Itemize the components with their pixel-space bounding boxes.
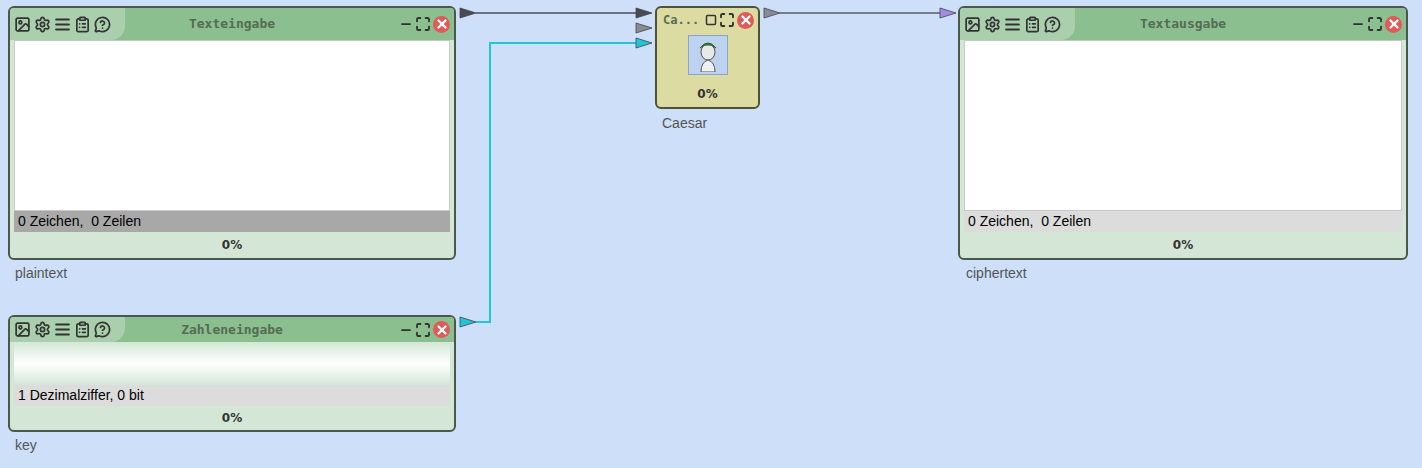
presentation-icon[interactable] (14, 321, 31, 338)
close-icon[interactable] (737, 12, 754, 29)
text-area (964, 40, 1402, 211)
minimize-icon[interactable] (1351, 17, 1365, 31)
output-connector-icon[interactable] (460, 8, 476, 18)
help-icon[interactable] (94, 321, 111, 338)
minimize-icon[interactable] (399, 17, 413, 31)
maximize-icon[interactable] (415, 322, 431, 338)
workspace: Texteingabe0 Zeichen, 0 Zeilen0%plaintex… (0, 0, 1422, 468)
settings-icon[interactable] (984, 16, 1001, 33)
node-title: Texteingabe (10, 14, 454, 34)
text-area[interactable] (14, 40, 450, 211)
data-icon[interactable] (54, 321, 71, 338)
progress: 0% (697, 81, 717, 107)
input-connector-icon[interactable] (636, 38, 652, 48)
close-icon[interactable] (433, 16, 450, 33)
caesar-icon (688, 35, 728, 75)
log-icon[interactable] (74, 321, 91, 338)
presentation-icon[interactable] (964, 16, 981, 33)
input-connector-icon[interactable] (636, 8, 652, 18)
progress: 0% (960, 232, 1406, 258)
node-title: Zahleneingabe (10, 320, 454, 340)
toolbar (960, 8, 1075, 40)
node-label: key (15, 435, 37, 456)
node-title: Textausgabe (960, 14, 1406, 34)
close-icon[interactable] (1385, 16, 1402, 33)
settings-icon[interactable] (34, 16, 51, 33)
maximize-icon[interactable] (719, 12, 735, 28)
input-connector-icon[interactable] (636, 23, 652, 33)
number-input-node[interactable]: Zahleneingabe 1 Dezimalziffer, 0 bit0% (8, 315, 456, 432)
text-output-node[interactable]: Textausgabe 0 Zeichen, 0 Zeilen0% (958, 6, 1408, 260)
window-controls (705, 12, 758, 29)
node-title: Ca... (663, 11, 699, 29)
window-controls (1351, 16, 1406, 33)
status-bar: 0 Zeichen, 0 Zeilen (964, 211, 1402, 232)
toolbar (10, 8, 125, 40)
connection-line[interactable] (780, 12, 940, 14)
close-icon[interactable] (433, 321, 450, 338)
connection-line[interactable] (476, 43, 636, 322)
node-label: ciphertext (966, 263, 1027, 284)
minimize-icon[interactable] (399, 323, 413, 337)
node-header[interactable]: Ca... (657, 8, 758, 29)
node-header[interactable]: Texteingabe (10, 8, 454, 40)
status-bar: 0 Zeichen, 0 Zeilen (14, 211, 450, 232)
number-field[interactable] (14, 342, 450, 385)
settings-icon[interactable] (34, 321, 51, 338)
maximize-icon[interactable] (1367, 16, 1383, 32)
toolbar (10, 317, 125, 342)
data-icon[interactable] (1004, 16, 1021, 33)
log-icon[interactable] (1024, 16, 1041, 33)
log-icon[interactable] (74, 16, 91, 33)
data-icon[interactable] (54, 16, 71, 33)
plugin-node[interactable]: Ca... 0% (655, 6, 760, 109)
window-controls (399, 321, 454, 338)
node-header[interactable]: Zahleneingabe (10, 317, 454, 342)
output-connector-icon[interactable] (460, 317, 476, 327)
minimize-icon[interactable] (705, 14, 717, 26)
help-icon[interactable] (94, 16, 111, 33)
node-header[interactable]: Textausgabe (960, 8, 1406, 40)
presentation-icon[interactable] (14, 16, 31, 33)
text-input-node[interactable]: Texteingabe 0 Zeichen, 0 Zeilen0% (8, 6, 456, 260)
help-icon[interactable] (1044, 16, 1061, 33)
node-label: Caesar (662, 113, 707, 134)
status-bar: 1 Dezimalziffer, 0 bit (14, 385, 450, 406)
maximize-icon[interactable] (415, 16, 431, 32)
output-connector-icon[interactable] (764, 8, 780, 18)
window-controls (399, 16, 454, 33)
progress: 0% (10, 232, 454, 258)
input-connector-icon[interactable] (940, 8, 956, 18)
progress: 0% (10, 406, 454, 430)
node-label: plaintext (15, 263, 67, 284)
connection-line[interactable] (476, 12, 636, 14)
